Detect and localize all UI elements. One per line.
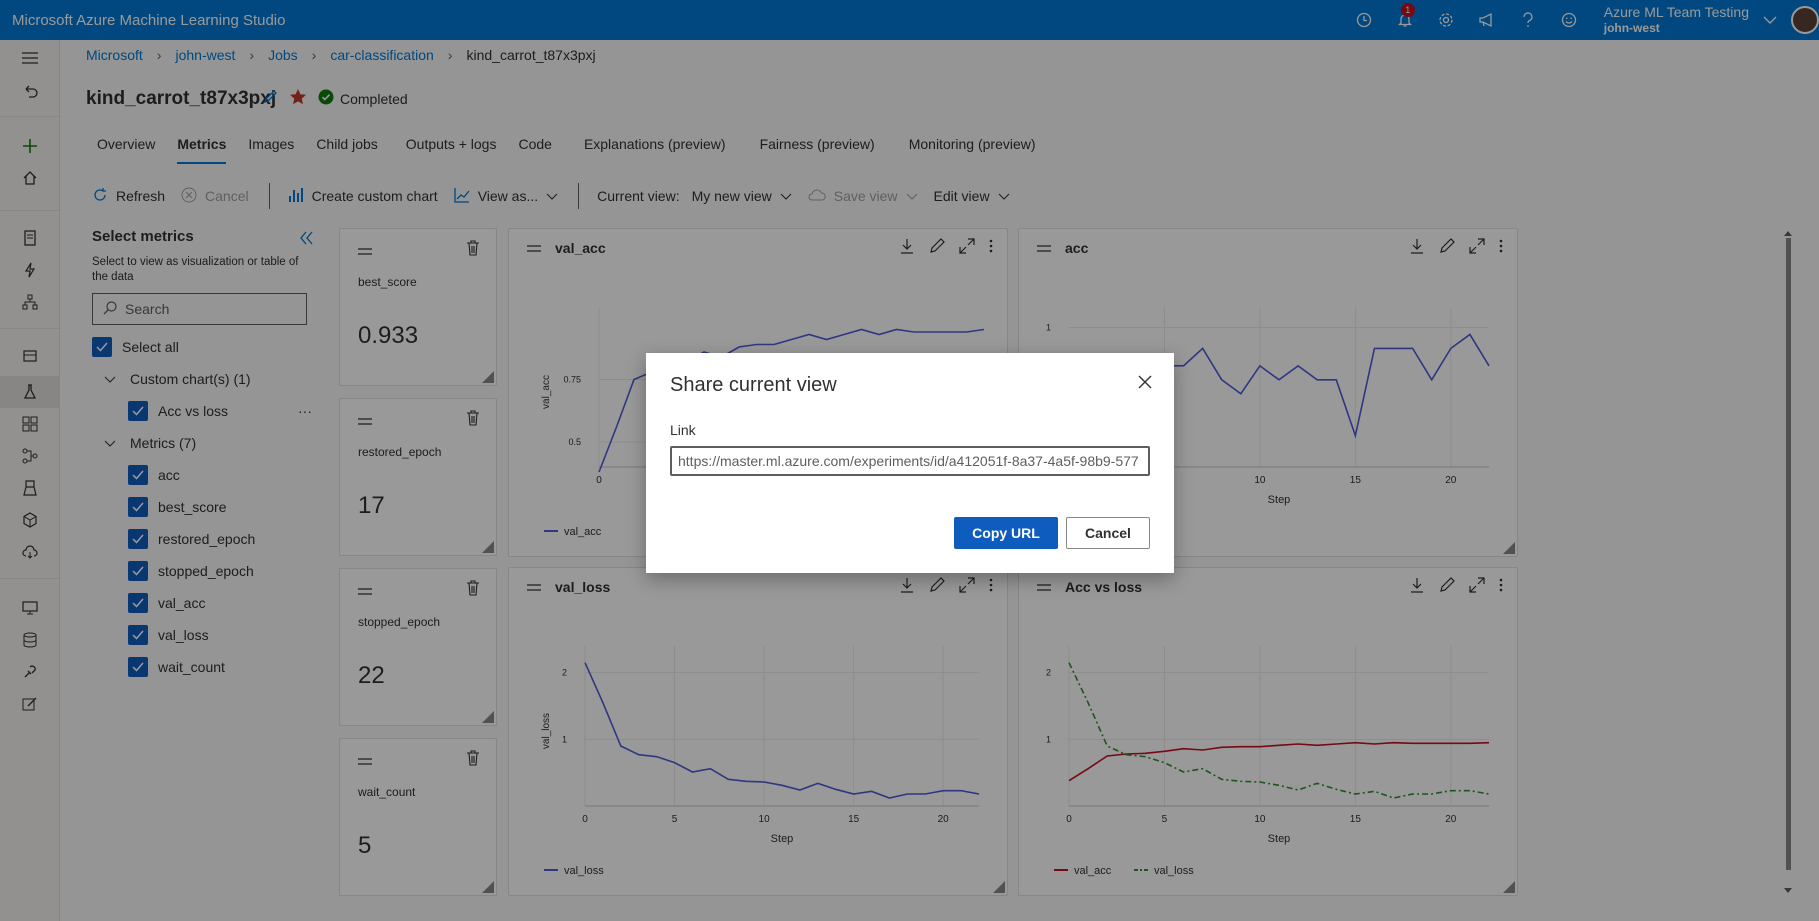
url-field[interactable]	[670, 446, 1150, 476]
dialog-title: Share current view	[670, 374, 837, 396]
copy-url-button[interactable]: Copy URL	[954, 517, 1058, 549]
link-label: Link	[670, 422, 696, 438]
close-icon[interactable]	[1138, 375, 1152, 392]
cancel-button[interactable]: Cancel	[1066, 517, 1150, 549]
share-view-dialog: Share current view Link Copy URL Cancel	[646, 353, 1174, 573]
